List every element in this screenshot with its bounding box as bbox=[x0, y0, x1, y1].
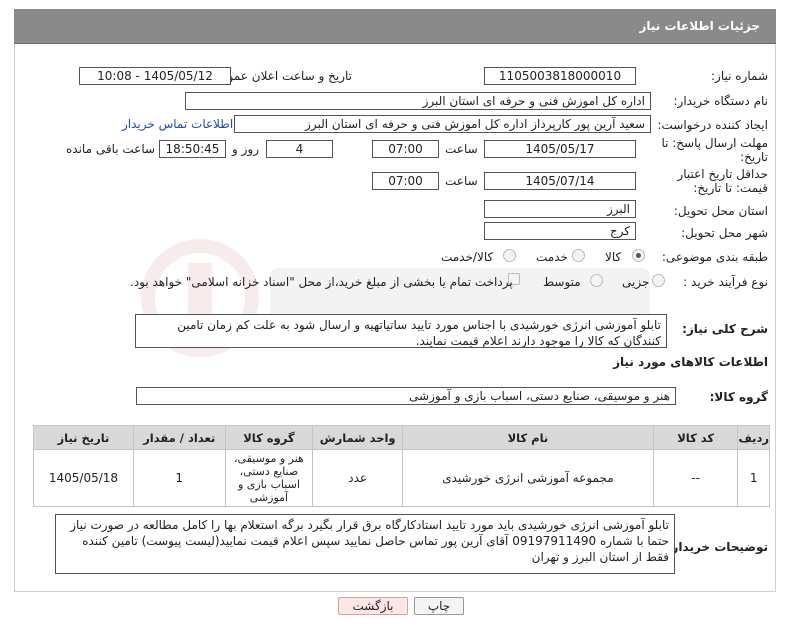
need-number-label: شماره نیاز: bbox=[711, 69, 768, 83]
panel-header: جزئیات اطلاعات نیاز bbox=[14, 9, 776, 44]
goods-group-field: هنر و موسیقی، صنایع دستی، اسباب بازی و آ… bbox=[136, 387, 676, 405]
table-row: 1 -- مجموعه آموزشی انرژی خورشیدی عدد هنر… bbox=[33, 449, 770, 507]
col-group: گروه کالا bbox=[224, 425, 314, 450]
goods-group-label: گروه کالا: bbox=[709, 390, 768, 404]
reply-time-field: 07:00 bbox=[372, 140, 439, 158]
description-textarea[interactable]: تابلو آموزشی انرژی خورشیدی با اجناس مورد… bbox=[135, 314, 667, 348]
validity-time-field: 07:00 bbox=[372, 172, 439, 190]
contact-info-link[interactable]: اطلاعات تماس خریدار bbox=[122, 117, 233, 131]
validity-date-field: 1405/07/14 bbox=[484, 172, 636, 190]
city-label: شهر محل تحویل: bbox=[681, 226, 768, 240]
creator-label: ایجاد کننده درخواست: bbox=[657, 118, 768, 132]
days-label: روز و bbox=[232, 142, 259, 156]
cell-group: هنر و موسیقی، صنایع دستی، اسباب بازی و آ… bbox=[224, 449, 314, 507]
radio-process-minor-label: جزیی bbox=[622, 275, 650, 289]
col-unit: واحد شمارش bbox=[312, 425, 404, 450]
cell-qty: 1 bbox=[132, 449, 226, 507]
panel-title: جزئیات اطلاعات نیاز bbox=[639, 19, 760, 33]
col-name: نام کالا bbox=[402, 425, 654, 450]
col-row: ردیف bbox=[737, 425, 770, 450]
days-field: 4 bbox=[266, 140, 333, 158]
need-number-field: 1105003818000010 bbox=[484, 67, 636, 85]
radio-category-goods-label: کالا bbox=[605, 250, 622, 264]
cell-unit: عدد bbox=[312, 449, 404, 507]
print-button[interactable]: چاپ bbox=[414, 597, 464, 615]
description-label: شرح کلی نیاز: bbox=[682, 322, 768, 336]
back-button[interactable]: بازگشت bbox=[338, 597, 408, 615]
buyer-notes-textarea[interactable]: تابلو آموزشی انرژی خورشیدی باید مورد تای… bbox=[55, 514, 675, 574]
buyer-org-label: نام دستگاه خریدار: bbox=[673, 94, 769, 108]
remaining-label: ساعت باقی مانده bbox=[66, 142, 156, 156]
goods-section-title: اطلاعات کالاهای مورد نیاز bbox=[613, 355, 768, 369]
creator-field: سعید آرین پور کارپرداز اداره کل اموزش فن… bbox=[234, 115, 651, 133]
buyer-notes-label: توضیحات خریدار: bbox=[666, 540, 768, 554]
process-label: نوع فرآیند خرید : bbox=[683, 275, 768, 289]
price-validity-label: حداقل تاریخ اعتبار قیمت: تا تاریخ: bbox=[677, 167, 768, 195]
radio-process-minor[interactable] bbox=[652, 274, 665, 287]
validity-time-label: ساعت bbox=[445, 174, 478, 188]
cell-date: 1405/05/18 bbox=[33, 449, 134, 507]
category-label: طبقه بندی موضوعی: bbox=[661, 250, 768, 264]
radio-category-both[interactable] bbox=[503, 249, 516, 262]
goods-table-header: ردیف کد کالا نام کالا واحد شمارش گروه کا… bbox=[33, 425, 770, 450]
reply-date-field: 1405/05/17 bbox=[484, 140, 636, 158]
province-field: البرز bbox=[484, 200, 636, 218]
col-qty: تعداد / مقدار bbox=[132, 425, 226, 450]
radio-category-both-label: کالا/خدمت bbox=[441, 250, 494, 264]
city-field: کرج bbox=[484, 222, 636, 240]
announce-field: 1405/05/12 - 10:08 bbox=[79, 67, 231, 85]
cell-row: 1 bbox=[737, 449, 770, 507]
province-label: استان محل تحویل: bbox=[673, 204, 768, 218]
goods-table: ردیف کد کالا نام کالا واحد شمارش گروه کا… bbox=[33, 425, 770, 507]
radio-category-service-label: خدمت bbox=[536, 250, 568, 264]
col-code: کد کالا bbox=[652, 425, 739, 450]
radio-category-goods[interactable] bbox=[632, 249, 645, 262]
reply-time-label: ساعت bbox=[445, 142, 478, 156]
radio-process-medium[interactable] bbox=[590, 274, 603, 287]
reply-deadline-label: مهلت ارسال پاسخ: تا تاریخ: bbox=[661, 136, 768, 164]
radio-category-service[interactable] bbox=[572, 249, 585, 262]
buyer-org-field: اداره کل اموزش فنی و حرفه ای استان البرز bbox=[185, 92, 651, 110]
radio-process-medium-label: متوسط bbox=[543, 275, 581, 289]
cell-code: -- bbox=[652, 449, 739, 507]
cell-name: مجموعه آموزشی انرژی خورشیدی bbox=[402, 449, 654, 507]
col-date: تاریخ نیاز bbox=[33, 425, 134, 450]
treasury-payment-note: پرداخت تمام یا بخشی از مبلغ خرید،از محل … bbox=[130, 275, 513, 289]
remaining-time-field: 18:50:45 bbox=[159, 140, 226, 158]
